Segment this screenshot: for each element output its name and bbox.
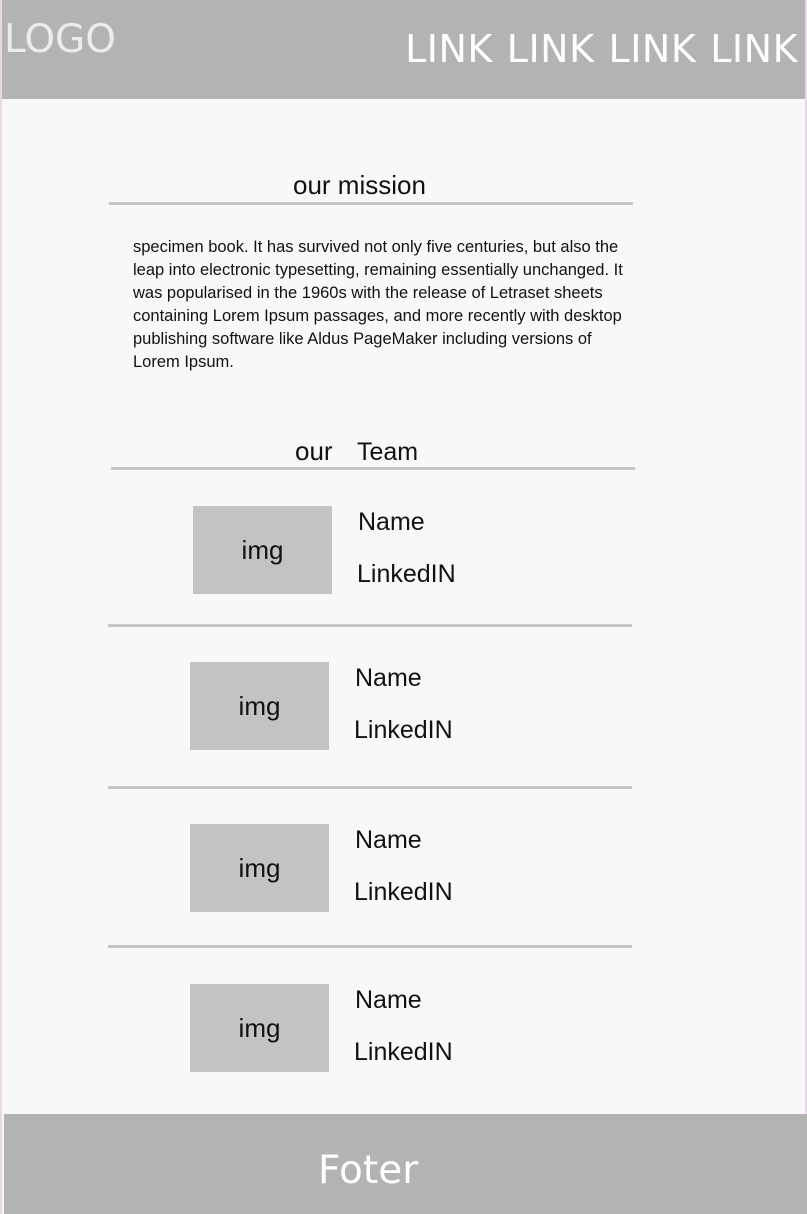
- member-linkedin-link[interactable]: LinkedIN: [354, 1040, 453, 1065]
- mission-text: specimen book. It has survived not only …: [133, 238, 623, 371]
- mission-divider: [109, 202, 633, 205]
- member-photo-placeholder: img: [190, 984, 329, 1072]
- member-photo-placeholder: img: [190, 662, 329, 750]
- member-name: Name: [355, 826, 422, 854]
- member-photo-placeholder: img: [193, 506, 332, 594]
- member-name: Name: [355, 664, 422, 692]
- member-divider: [108, 945, 632, 948]
- member-photo-label: img: [238, 1012, 281, 1043]
- member-linkedin-link[interactable]: LinkedIN: [354, 718, 453, 743]
- footer-bar: Foter: [4, 1114, 807, 1214]
- member-photo-label: img: [241, 534, 284, 565]
- member-divider: [108, 786, 632, 789]
- logo[interactable]: LOGO: [4, 20, 116, 59]
- nav-link-3[interactable]: LINK: [609, 30, 697, 68]
- member-linkedin-link[interactable]: LinkedIN: [357, 562, 456, 587]
- member-photo-label: img: [238, 852, 281, 883]
- page-border-left: [0, 0, 2, 1214]
- mission-title: our mission: [293, 170, 426, 200]
- member-divider: [108, 624, 632, 627]
- member-photo-placeholder: img: [190, 824, 329, 912]
- header-bar: LOGO LINK LINK LINK LINK: [2, 0, 805, 99]
- nav-links: LINK LINK LINK LINK: [405, 30, 798, 68]
- member-name: Name: [355, 986, 422, 1014]
- member-name: Name: [358, 508, 425, 536]
- team-title-our: our: [295, 436, 333, 466]
- nav-link-2[interactable]: LINK: [507, 30, 595, 68]
- nav-link-4[interactable]: LINK: [710, 30, 798, 68]
- member-linkedin-link[interactable]: LinkedIN: [354, 880, 453, 905]
- team-title-team: Team: [357, 438, 419, 466]
- footer-text: Foter: [318, 1148, 419, 1193]
- team-divider: [111, 467, 635, 470]
- member-photo-label: img: [238, 690, 281, 721]
- nav-link-1[interactable]: LINK: [405, 30, 493, 68]
